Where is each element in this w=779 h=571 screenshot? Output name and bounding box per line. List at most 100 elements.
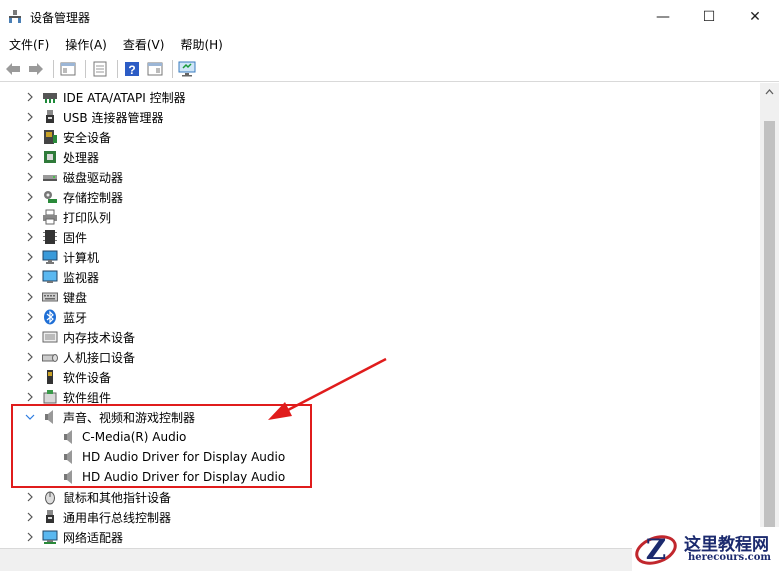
chevron-right-icon[interactable] xyxy=(25,292,35,302)
tree-item-software-devices[interactable]: 软件设备 xyxy=(0,367,760,387)
close-button[interactable]: ✕ xyxy=(732,0,778,34)
scrollbar-thumb[interactable] xyxy=(764,121,775,561)
tree-item-processors[interactable]: 处理器 xyxy=(0,147,760,167)
memory-device-icon xyxy=(42,329,58,345)
usb-icon xyxy=(42,109,58,125)
help-icon[interactable]: ? xyxy=(122,59,142,79)
ide-controller-icon xyxy=(42,89,58,105)
chevron-right-icon[interactable] xyxy=(25,232,35,242)
menu-file[interactable]: 文件(F) xyxy=(2,34,56,56)
chevron-right-icon[interactable] xyxy=(25,512,35,522)
tree-item-security-devices[interactable]: 安全设备 xyxy=(0,127,760,147)
toolbar-separator xyxy=(53,59,54,78)
chevron-right-icon[interactable] xyxy=(25,212,35,222)
software-device-icon xyxy=(42,369,58,385)
maximize-icon: ☐ xyxy=(702,9,716,25)
menu-view[interactable]: 查看(V) xyxy=(116,34,172,56)
tree-item-human-interface-devices[interactable]: 人机接口设备 xyxy=(0,347,760,367)
forward-arrow-icon[interactable] xyxy=(26,59,46,79)
window-title: 设备管理器 xyxy=(30,11,91,25)
scroll-up-icon[interactable] xyxy=(760,83,779,100)
toolbar-separator xyxy=(172,59,173,78)
menu-help[interactable]: 帮助(H) xyxy=(173,34,229,56)
chevron-right-icon[interactable] xyxy=(25,352,35,362)
mouse-icon xyxy=(42,489,58,505)
chevron-right-icon[interactable] xyxy=(25,312,35,322)
annotation-highlight-box xyxy=(11,404,312,488)
watermark-logo: Z xyxy=(635,533,677,566)
tree-item-ide-ata-atapi[interactable]: IDE ATA/ATAPI 控制器 xyxy=(0,87,760,107)
chevron-right-icon[interactable] xyxy=(25,172,35,182)
properties-panel-icon[interactable] xyxy=(58,59,78,79)
network-adapter-icon xyxy=(42,529,58,545)
tree-item-label: 磁盘驱动器 xyxy=(63,170,124,185)
chevron-right-icon[interactable] xyxy=(25,152,35,162)
tree-item-storage-controllers[interactable]: 存储控制器 xyxy=(0,187,760,207)
chevron-right-icon[interactable] xyxy=(25,332,35,342)
chevron-right-icon[interactable] xyxy=(25,372,35,382)
chevron-right-icon[interactable] xyxy=(25,392,35,402)
software-component-icon xyxy=(42,389,58,405)
chevron-right-icon[interactable] xyxy=(25,252,35,262)
chevron-right-icon[interactable] xyxy=(25,192,35,202)
tree-item-bluetooth[interactable]: 蓝牙 xyxy=(0,307,760,327)
tree-item-label: 软件组件 xyxy=(63,390,112,405)
tree-item-print-queues[interactable]: 打印队列 xyxy=(0,207,760,227)
tree-item-keyboards[interactable]: 键盘 xyxy=(0,287,760,307)
processor-icon xyxy=(42,149,58,165)
tree-item-usb-controllers[interactable]: 通用串行总线控制器 xyxy=(0,507,760,527)
chevron-right-icon[interactable] xyxy=(25,132,35,142)
tree-item-label: 蓝牙 xyxy=(63,310,88,325)
tree-item-computer[interactable]: 计算机 xyxy=(0,247,760,267)
tree-item-label: 监视器 xyxy=(63,270,100,285)
monitor-icon xyxy=(42,269,58,285)
close-icon: ✕ xyxy=(749,9,761,25)
computer-icon xyxy=(42,249,58,265)
title-bar: 设备管理器 — ☐ ✕ xyxy=(0,0,779,34)
tree-item-label: 人机接口设备 xyxy=(63,350,136,365)
tree-item-firmware[interactable]: 固件 xyxy=(0,227,760,247)
tree-item-label: 内存技术设备 xyxy=(63,330,136,345)
tree-item-disk-drives[interactable]: 磁盘驱动器 xyxy=(0,167,760,187)
usb-controller-icon xyxy=(42,509,58,525)
chevron-right-icon[interactable] xyxy=(25,272,35,282)
hid-icon xyxy=(42,349,58,365)
tree-item-label: 键盘 xyxy=(63,290,88,305)
chevron-right-icon[interactable] xyxy=(25,532,35,542)
vertical-scrollbar[interactable] xyxy=(760,83,779,561)
minimize-button[interactable]: — xyxy=(640,0,686,34)
security-device-icon xyxy=(42,129,58,145)
chevron-right-icon[interactable] xyxy=(25,112,35,122)
watermark: Z 这里教程网 herecours.com xyxy=(632,527,779,571)
tree-item-label: 鼠标和其他指针设备 xyxy=(63,490,172,505)
tree-item-monitors[interactable]: 监视器 xyxy=(0,267,760,287)
toolbar-separator xyxy=(85,59,86,78)
tree-item-label: 计算机 xyxy=(63,250,100,265)
tree-item-label: 网络适配器 xyxy=(63,530,124,545)
tree-item-label: 存储控制器 xyxy=(63,190,124,205)
maximize-button[interactable]: ☐ xyxy=(686,0,732,34)
firmware-icon xyxy=(42,229,58,245)
tree-item-label: 软件设备 xyxy=(63,370,112,385)
bluetooth-icon xyxy=(42,309,58,325)
chevron-right-icon[interactable] xyxy=(25,92,35,102)
printer-icon xyxy=(42,209,58,225)
toolbar-separator xyxy=(117,59,118,78)
driver-details-icon[interactable] xyxy=(90,59,110,79)
chevron-right-icon[interactable] xyxy=(25,492,35,502)
tree-item-memory-technology-devices[interactable]: 内存技术设备 xyxy=(0,327,760,347)
action-panel-icon[interactable] xyxy=(145,59,165,79)
tree-item-label: 固件 xyxy=(63,230,88,245)
monitor-scan-icon[interactable] xyxy=(177,59,197,79)
toolbar: ? xyxy=(0,56,779,82)
watermark-subtitle: herecours.com xyxy=(688,552,772,563)
minimize-icon: — xyxy=(656,9,670,25)
storage-controller-icon xyxy=(42,189,58,205)
tree-item-usb-connector-manager[interactable]: USB 连接器管理器 xyxy=(0,107,760,127)
tree-item-mice-pointing-devices[interactable]: 鼠标和其他指针设备 xyxy=(0,487,760,507)
menu-bar: 文件(F) 操作(A) 查看(V) 帮助(H) xyxy=(0,34,779,56)
svg-text:?: ? xyxy=(128,63,135,77)
tree-item-label: 通用串行总线控制器 xyxy=(63,510,172,525)
menu-action[interactable]: 操作(A) xyxy=(58,34,114,56)
back-arrow-icon[interactable] xyxy=(3,59,23,79)
